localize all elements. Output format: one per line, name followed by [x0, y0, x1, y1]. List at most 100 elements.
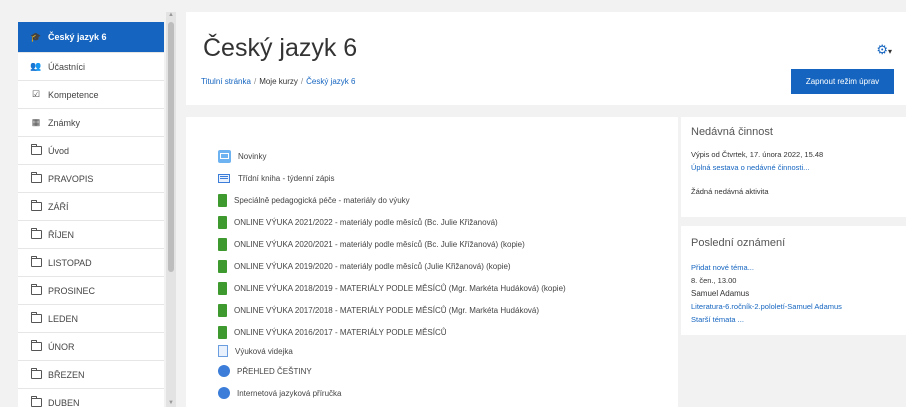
resource-icon — [218, 387, 230, 399]
activity-resource[interactable]: Internetová jazyková příručka — [218, 387, 342, 399]
breadcrumb-my-courses[interactable]: Moje kurzy — [259, 77, 298, 86]
sidebar-item-label: PRAVOPIS — [48, 173, 94, 184]
sidebar-item-section[interactable]: Úvod — [18, 137, 164, 165]
folder-icon — [30, 396, 42, 407]
sidebar-item-grades[interactable]: ▦ Známky — [18, 109, 164, 137]
folder-icon — [30, 284, 42, 295]
folder-icon — [30, 172, 42, 183]
sidebar-item-competencies[interactable]: ☑ Kompetence — [18, 81, 164, 109]
scroll-down-arrow-icon[interactable]: ▼ — [168, 400, 174, 406]
sidebar-item-section[interactable]: PRAVOPIS — [18, 165, 164, 193]
users-icon: 👥 — [30, 61, 42, 71]
announcement-author: Samuel Adamus — [691, 289, 750, 298]
block-title: Poslední oznámení — [691, 237, 786, 249]
sidebar-scrollbar[interactable]: ▲ ▼ — [166, 12, 176, 407]
activity-page[interactable]: Výuková videjka — [218, 345, 293, 357]
sidebar-item-section[interactable]: ŘÍJEN — [18, 221, 164, 249]
resource-icon — [218, 365, 230, 377]
activity-label: ONLINE VÝUKA 2021/2022 - materiály podle… — [234, 218, 498, 227]
sidebar-item-label: Kompetence — [48, 89, 99, 100]
activity-label: ONLINE VÝUKA 2017/2018 - MATERIÁLY PODLE… — [234, 306, 540, 315]
breadcrumb-current-course[interactable]: Český jazyk 6 — [306, 77, 355, 86]
activity-label: Třídní kniha - týdenní zápis — [238, 174, 335, 183]
table-icon: ▦ — [31, 117, 41, 127]
recent-since-text: Výpis od Čtvrtek, 17. února 2022, 15.48 — [691, 150, 824, 159]
checkbox-icon: ☑ — [31, 89, 41, 99]
sidebar-item-course[interactable]: 🎓 Český jazyk 6 — [18, 22, 164, 53]
latest-announcements-block: Poslední oznámení Přidat nové téma... 8.… — [681, 226, 906, 335]
page-header: Český jazyk 6 Titulní stránka / Moje kurzy… — [186, 12, 906, 105]
sidebar-item-section[interactable]: PROSINEC — [18, 277, 164, 305]
page-icon — [218, 345, 228, 357]
settings-menu[interactable]: ⚙▾ — [876, 42, 892, 58]
breadcrumb-separator: / — [253, 77, 257, 86]
activity-label: Internetová jazyková příručka — [237, 388, 342, 398]
activity-label: ONLINE VÝUKA 2018/2019 - MATERIÁLY PODLE… — [234, 284, 566, 293]
no-recent-activity-text: Žádná nedávná aktivita — [691, 187, 769, 196]
sidebar-item-section[interactable]: ZÁŘÍ — [18, 193, 164, 221]
scrollbar-thumb[interactable] — [168, 22, 174, 272]
activity-label: Speciálně pedagogická péče - materiály d… — [234, 196, 410, 205]
recent-activity-block: Nedávná činnost Výpis od Čtvrtek, 17. ún… — [681, 117, 906, 217]
activity-label: Výuková videjka — [235, 346, 293, 356]
activity-label: ONLINE VÝUKA 2020/2021 - materiály podle… — [234, 240, 525, 249]
turn-editing-on-button[interactable]: Zapnout režim úprav — [791, 69, 894, 94]
folder-icon — [30, 228, 42, 239]
folder-green-icon — [218, 304, 227, 317]
sidebar-item-label: Známky — [48, 117, 81, 128]
sidebar-item-label: Úvod — [48, 145, 70, 156]
breadcrumb-home[interactable]: Titulní stránka — [201, 77, 251, 86]
breadcrumb-separator: / — [300, 77, 304, 86]
sidebar-item-section[interactable]: ÚNOR — [18, 333, 164, 361]
folder-green-icon — [218, 282, 227, 295]
sidebar-item-label: LEDEN — [48, 313, 79, 324]
announcement-date: 8. čen., 13.00 — [691, 276, 737, 285]
activity-folder[interactable]: ONLINE VÝUKA 2017/2018 - MATERIÁLY PODLE… — [218, 304, 539, 317]
caret-down-icon: ▾ — [887, 47, 892, 56]
activity-label: PŘEHLED ČEŠTINY — [237, 366, 312, 376]
activity-label: Novinky — [238, 152, 267, 161]
sidebar-item-section[interactable]: LISTOPAD — [18, 249, 164, 277]
gear-icon: ⚙ — [876, 42, 888, 57]
folder-icon — [30, 200, 42, 211]
folder-green-icon — [218, 260, 227, 273]
activity-folder[interactable]: Speciálně pedagogická péče - materiály d… — [218, 194, 410, 207]
sidebar-item-label: PROSINEC — [48, 285, 96, 296]
activity-news[interactable]: Novinky — [218, 150, 266, 163]
graduation-cap-icon: 🎓 — [30, 31, 42, 42]
add-new-topic-link[interactable]: Přidat nové téma... — [691, 263, 754, 272]
sidebar-item-section[interactable]: DUBEN — [18, 389, 164, 407]
course-nav-sidebar: 🎓 Český jazyk 6 👥 Účastníci ☑ Kompetence… — [18, 22, 164, 407]
activity-folder[interactable]: ONLINE VÝUKA 2021/2022 - materiály podle… — [218, 216, 498, 229]
activity-class-book[interactable]: Třídní kniha - týdenní zápis — [218, 172, 335, 185]
folder-green-icon — [218, 238, 227, 251]
announcement-post-link[interactable]: Literatura-6.ročník-2.pololetí-Samuel Ad… — [691, 302, 842, 311]
sidebar-item-label: ZÁŘÍ — [48, 201, 69, 212]
folder-icon — [30, 144, 42, 155]
folder-green-icon — [218, 326, 227, 339]
sidebar-item-label: BŘEZEN — [48, 369, 85, 380]
sidebar-item-label: Účastníci — [48, 61, 86, 72]
activity-folder[interactable]: ONLINE VÝUKA 2016/2017 - MATERIÁLY PODLE… — [218, 326, 447, 339]
sidebar-item-section[interactable]: BŘEZEN — [18, 361, 164, 389]
sidebar-item-section[interactable]: LEDEN — [18, 305, 164, 333]
activity-folder[interactable]: ONLINE VÝUKA 2018/2019 - MATERIÁLY PODLE… — [218, 282, 566, 295]
page-title: Český jazyk 6 — [203, 34, 358, 62]
folder-icon — [30, 340, 42, 351]
full-report-link[interactable]: Úplná sestava o nedávné činnosti... — [691, 163, 809, 172]
news-forum-icon — [218, 150, 231, 163]
folder-icon — [30, 312, 42, 323]
book-icon — [218, 172, 231, 185]
folder-green-icon — [218, 216, 227, 229]
activity-folder[interactable]: ONLINE VÝUKA 2019/2020 - materiály podle… — [218, 260, 511, 273]
block-title: Nedávná činnost — [691, 126, 773, 138]
folder-green-icon — [218, 194, 227, 207]
activity-label: ONLINE VÝUKA 2016/2017 - MATERIÁLY PODLE… — [234, 328, 447, 337]
sidebar-item-label: ŘÍJEN — [48, 229, 75, 240]
course-content: Novinky Třídní kniha - týdenní zápis Spe… — [186, 117, 678, 407]
scroll-up-arrow-icon[interactable]: ▲ — [168, 12, 174, 18]
activity-folder[interactable]: ONLINE VÝUKA 2020/2021 - materiály podle… — [218, 238, 525, 251]
sidebar-item-participants[interactable]: 👥 Účastníci — [18, 53, 164, 81]
older-topics-link[interactable]: Starší témata ... — [691, 315, 744, 324]
activity-resource[interactable]: PŘEHLED ČEŠTINY — [218, 365, 312, 377]
